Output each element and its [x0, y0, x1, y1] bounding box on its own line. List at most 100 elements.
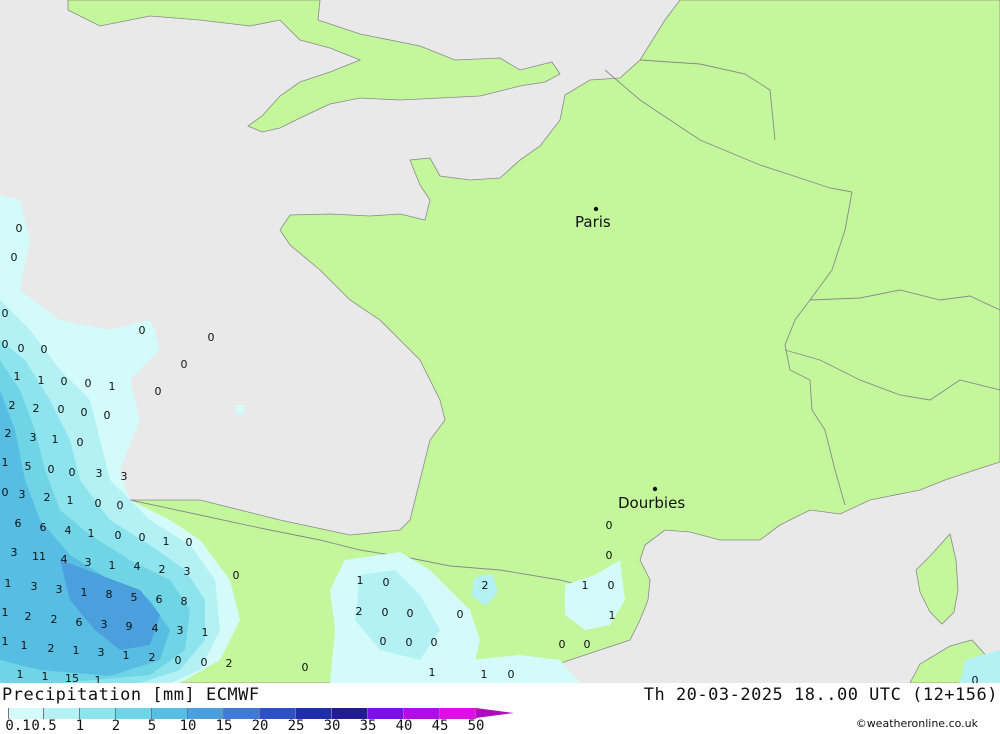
precip-value: 0: [457, 608, 464, 621]
legend-tick-label: 30: [323, 718, 341, 734]
precip-value: 6: [76, 616, 83, 629]
precip-value: 3: [121, 470, 128, 483]
precip-value: 4: [134, 560, 141, 573]
precip-value: 3: [19, 488, 26, 501]
precip-value: 2: [356, 605, 363, 618]
precip-speck-2: [236, 405, 244, 414]
precip-value: 0: [117, 499, 124, 512]
precip-value: 0: [382, 606, 389, 619]
legend-tick-label: 10: [179, 718, 197, 734]
precip-value: 2: [9, 399, 16, 412]
precip-value: 0: [431, 636, 438, 649]
precip-value: 2: [159, 563, 166, 576]
legend-tick-label: 15: [215, 718, 233, 734]
precip-value: 6: [15, 517, 22, 530]
precip-value: 3: [30, 431, 37, 444]
precip-value: 4: [152, 622, 159, 635]
precip-value: 4: [65, 524, 72, 537]
legend-tick-label: 45: [431, 718, 449, 734]
precip-value: 0: [208, 331, 215, 344]
precip-value: 3: [96, 467, 103, 480]
precip-value: 0: [139, 531, 146, 544]
precip-value: 8: [106, 588, 113, 601]
precip-value: 1: [21, 639, 28, 652]
precip-value: 0: [608, 579, 615, 592]
precip-value: 1: [429, 666, 436, 679]
precip-value: 0: [407, 607, 414, 620]
precip-value: 1: [109, 559, 116, 572]
precip-value: 1: [2, 606, 9, 619]
precip-value: 1: [481, 668, 488, 681]
legend-swatch: [116, 708, 152, 719]
legend-tick-label: 35: [359, 718, 377, 734]
precip-value: 2: [51, 613, 58, 626]
precip-value: 0: [380, 635, 387, 648]
precip-value: 9: [126, 620, 133, 633]
precip-value: 1: [38, 374, 45, 387]
forecast-datetime: Th 20-03-2025 18..00 UTC (12+156): [643, 685, 998, 705]
precip-value: 0: [606, 549, 613, 562]
legend-tick-label: 25: [287, 718, 305, 734]
precip-value: 2: [149, 651, 156, 664]
legend-ticks: 0.1 0.5 1 2 5 10 15 20 25 30 35 40 45 50: [0, 719, 520, 733]
precip-value: 1: [42, 670, 49, 683]
precip-value: 8: [181, 595, 188, 608]
legend-tick-label: 20: [251, 718, 269, 734]
precip-value: 1: [17, 668, 24, 681]
city-label-dourbies: Dourbies: [618, 494, 685, 512]
precip-value: 3: [101, 618, 108, 631]
legend-arrow: [476, 708, 514, 718]
precip-value: 2: [48, 642, 55, 655]
precip-value: 0: [186, 536, 193, 549]
precip-value: 0: [175, 654, 182, 667]
precip-value: 0: [155, 385, 162, 398]
precipitation-map: 0000000000011001022010231033500032106641…: [0, 0, 1000, 683]
precip-value: 0: [383, 576, 390, 589]
precip-value: 5: [25, 460, 32, 473]
precip-value: 0: [18, 342, 25, 355]
precip-value: 2: [44, 491, 51, 504]
precip-value: 1: [202, 626, 209, 639]
precip-value: 6: [40, 521, 47, 534]
precip-value: 1: [109, 380, 116, 393]
precip-value: 3: [11, 546, 18, 559]
precip-value: 0: [181, 358, 188, 371]
precip-value: 11: [32, 550, 46, 563]
precip-value: 2: [25, 610, 32, 623]
footer: Precipitation [mm] ECMWF Th 20-03-2025 1…: [0, 683, 1000, 733]
precip-value: 0: [77, 436, 84, 449]
precip-value: 0: [2, 486, 9, 499]
precip-value: 3: [177, 624, 184, 637]
precip-value: 2: [33, 402, 40, 415]
precip-value: 1: [5, 577, 12, 590]
precip-value: 0: [972, 674, 979, 683]
legend-tick-label: 5: [147, 718, 157, 734]
precip-value: 1: [81, 586, 88, 599]
precip-value: 0: [81, 406, 88, 419]
precip-value: 0: [559, 638, 566, 651]
precip-value: 0: [406, 636, 413, 649]
precip-value: 3: [98, 646, 105, 659]
precip-value: 0: [606, 519, 613, 532]
precip-value: 0: [302, 661, 309, 674]
city-label-paris: Paris: [575, 213, 611, 231]
precip-value: 5: [131, 591, 138, 604]
precip-value: 3: [85, 556, 92, 569]
precip-value: 1: [163, 535, 170, 548]
precip-value: 1: [123, 649, 130, 662]
precip-value: 0: [508, 668, 515, 681]
legend-tick-label: 50: [467, 718, 485, 734]
legend-tick-label: 0.1: [5, 718, 31, 734]
precip-value: 0: [61, 375, 68, 388]
precip-value: 0: [139, 324, 146, 337]
legend-tick-label: 2: [111, 718, 121, 734]
precip-value: 1: [73, 644, 80, 657]
precip-value: 1: [95, 674, 102, 683]
precip-value: 1: [2, 635, 9, 648]
precip-value: 2: [5, 427, 12, 440]
precip-value: 1: [609, 609, 616, 622]
precip-value: 0: [69, 466, 76, 479]
map-title: Precipitation [mm] ECMWF: [2, 685, 260, 705]
precip-value: 3: [56, 583, 63, 596]
precip-value: 0: [41, 343, 48, 356]
